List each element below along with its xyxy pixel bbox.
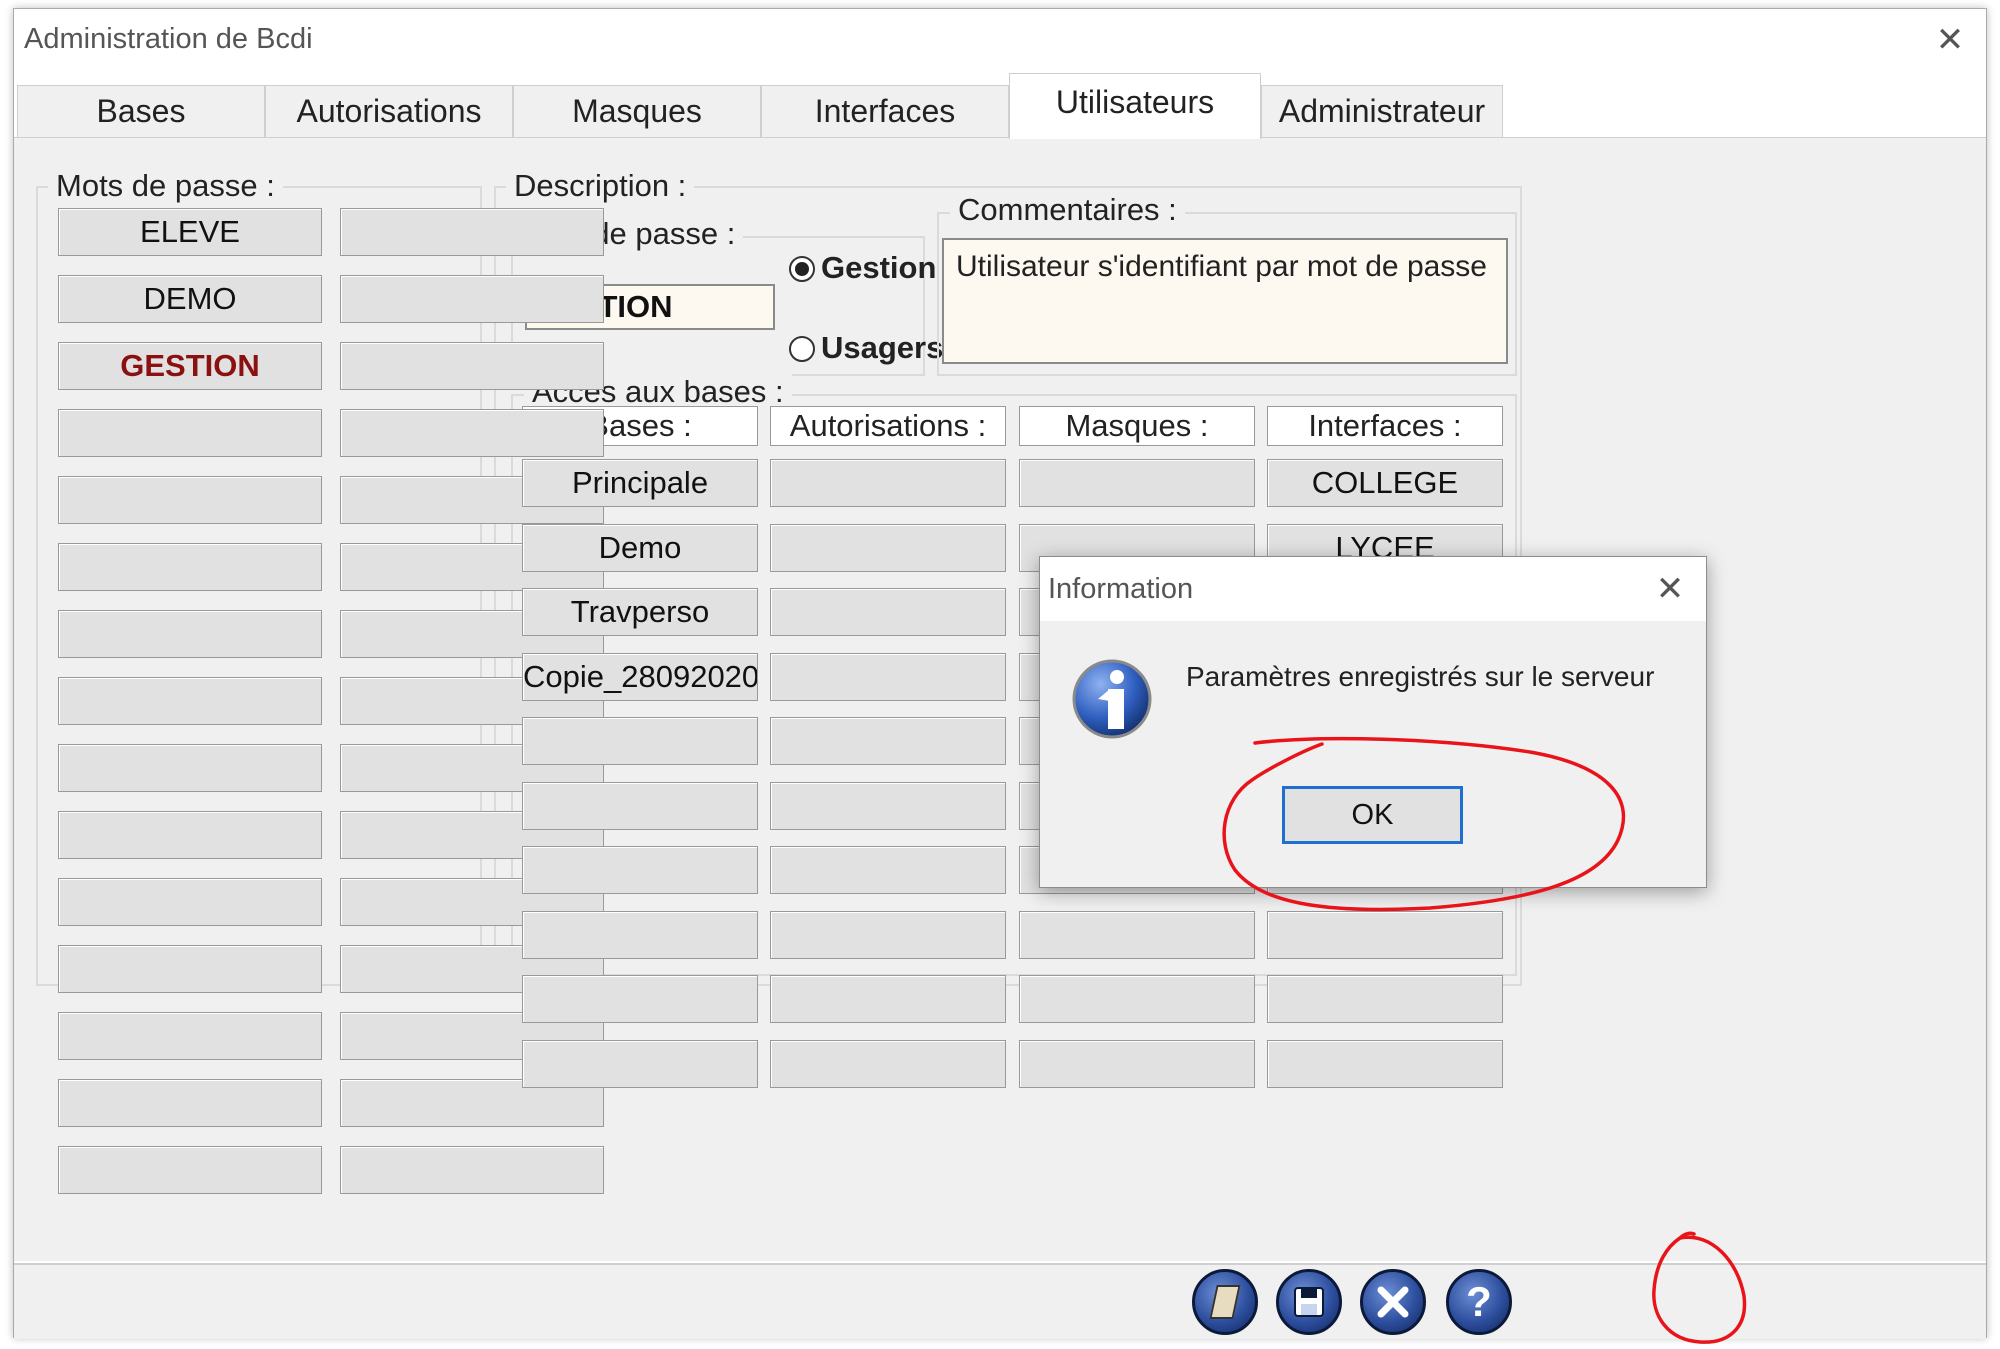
autorisation-cell-3[interactable] bbox=[770, 588, 1006, 636]
save-icon bbox=[1294, 1287, 1324, 1317]
interface-cell-1[interactable]: COLLEGE bbox=[1267, 459, 1503, 507]
comments-field[interactable]: Utilisateur s'identifiant par mot de pas… bbox=[942, 238, 1508, 364]
base-cell-6[interactable] bbox=[522, 782, 758, 830]
password-slot-a-4[interactable] bbox=[58, 409, 322, 457]
password-slot-a-3[interactable]: GESTION bbox=[58, 342, 322, 390]
base-cell-8[interactable] bbox=[522, 911, 758, 959]
clear-button[interactable] bbox=[1192, 1269, 1258, 1335]
radio-gestion[interactable]: Gestion bbox=[789, 250, 936, 286]
autorisation-cell-2[interactable] bbox=[770, 524, 1006, 572]
autorisation-cell-7[interactable] bbox=[770, 846, 1006, 894]
password-slot-a-7[interactable] bbox=[58, 610, 322, 658]
masque-cell-10[interactable] bbox=[1019, 1040, 1255, 1088]
help-icon: ? bbox=[1466, 1278, 1492, 1325]
base-cell-10[interactable] bbox=[522, 1040, 758, 1088]
tab-bar: Bases Autorisations Masques Interfaces U… bbox=[14, 73, 1986, 139]
password-slot-b-1[interactable] bbox=[340, 208, 604, 256]
password-slot-a-12[interactable] bbox=[58, 945, 322, 993]
help-button[interactable]: ? bbox=[1446, 1269, 1512, 1335]
tab-bases[interactable]: Bases bbox=[17, 85, 265, 139]
cancel-button[interactable] bbox=[1360, 1269, 1426, 1335]
comments-legend: Commentaires : bbox=[950, 192, 1185, 228]
info-icon bbox=[1072, 659, 1152, 739]
base-cell-2[interactable]: Demo bbox=[522, 524, 758, 572]
information-dialog: Information ✕ Paramètres enregistrés sur… bbox=[1039, 556, 1707, 888]
tab-masques[interactable]: Masques bbox=[513, 85, 761, 139]
base-cell-7[interactable] bbox=[522, 846, 758, 894]
radio-gestion-label: Gestion bbox=[821, 250, 937, 285]
masque-cell-9[interactable] bbox=[1019, 975, 1255, 1023]
header-interfaces: Interfaces : bbox=[1267, 406, 1503, 446]
password-slot-a-6[interactable] bbox=[58, 543, 322, 591]
password-slot-b-2[interactable] bbox=[340, 275, 604, 323]
password-slot-a-15[interactable] bbox=[58, 1146, 322, 1194]
radio-usagers[interactable]: Usagers bbox=[789, 330, 943, 366]
dialog-title: Information bbox=[1048, 573, 1194, 605]
password-slot-b-3[interactable] bbox=[340, 342, 604, 390]
autorisation-cell-4[interactable] bbox=[770, 653, 1006, 701]
password-slot-a-8[interactable] bbox=[58, 677, 322, 725]
radio-usagers-dot[interactable] bbox=[789, 336, 815, 362]
radio-gestion-dot[interactable] bbox=[789, 256, 815, 282]
tab-autorisations[interactable]: Autorisations bbox=[265, 85, 513, 139]
dialog-message: Paramètres enregistrés sur le serveur bbox=[1186, 661, 1655, 692]
password-slot-a-10[interactable] bbox=[58, 811, 322, 859]
ok-button[interactable]: OK bbox=[1282, 786, 1463, 844]
tab-utilisateurs[interactable]: Utilisateurs bbox=[1009, 73, 1261, 139]
password-slot-b-4[interactable] bbox=[340, 409, 604, 457]
autorisation-cell-9[interactable] bbox=[770, 975, 1006, 1023]
password-slot-a-9[interactable] bbox=[58, 744, 322, 792]
autorisation-cell-10[interactable] bbox=[770, 1040, 1006, 1088]
close-window-button[interactable]: ✕ bbox=[1922, 13, 1978, 67]
masque-cell-8[interactable] bbox=[1019, 911, 1255, 959]
tab-interfaces[interactable]: Interfaces bbox=[761, 85, 1009, 139]
password-slot-a-5[interactable] bbox=[58, 476, 322, 524]
autorisation-cell-1[interactable] bbox=[770, 459, 1006, 507]
autorisation-cell-5[interactable] bbox=[770, 717, 1006, 765]
radio-usagers-label: Usagers bbox=[821, 330, 944, 365]
password-slot-a-14[interactable] bbox=[58, 1079, 322, 1127]
passwords-legend: Mots de passe : bbox=[48, 168, 283, 204]
title-bar: Administration de Bcdi ✕ bbox=[14, 9, 1986, 71]
base-cell-4[interactable]: Copie_28092020 bbox=[522, 653, 758, 701]
tab-administrateur[interactable]: Administrateur bbox=[1261, 85, 1503, 139]
base-cell-5[interactable] bbox=[522, 717, 758, 765]
password-slot-a-1[interactable]: ELEVE bbox=[58, 208, 322, 256]
description-legend: Description : bbox=[506, 168, 695, 204]
password-slot-a-13[interactable] bbox=[58, 1012, 322, 1060]
bottom-toolbar: ? bbox=[14, 1263, 1986, 1339]
window-title: Administration de Bcdi bbox=[24, 23, 313, 55]
interface-cell-9[interactable] bbox=[1267, 975, 1503, 1023]
base-cell-9[interactable] bbox=[522, 975, 758, 1023]
dialog-close-button[interactable]: ✕ bbox=[1640, 561, 1700, 617]
password-slot-a-2[interactable]: DEMO bbox=[58, 275, 322, 323]
password-slot-b-15[interactable] bbox=[340, 1146, 604, 1194]
password-slot-a-11[interactable] bbox=[58, 878, 322, 926]
header-autorisations: Autorisations : bbox=[770, 406, 1006, 446]
interface-cell-10[interactable] bbox=[1267, 1040, 1503, 1088]
cancel-icon bbox=[1377, 1286, 1409, 1318]
header-masques: Masques : bbox=[1019, 406, 1255, 446]
interface-cell-8[interactable] bbox=[1267, 911, 1503, 959]
eraser-icon bbox=[1209, 1285, 1241, 1319]
dialog-title-bar: Information ✕ bbox=[1040, 557, 1706, 621]
base-cell-1[interactable]: Principale bbox=[522, 459, 758, 507]
autorisation-cell-8[interactable] bbox=[770, 911, 1006, 959]
autorisation-cell-6[interactable] bbox=[770, 782, 1006, 830]
save-button[interactable] bbox=[1276, 1269, 1342, 1335]
base-cell-3[interactable]: Travperso bbox=[522, 588, 758, 636]
masque-cell-1[interactable] bbox=[1019, 459, 1255, 507]
